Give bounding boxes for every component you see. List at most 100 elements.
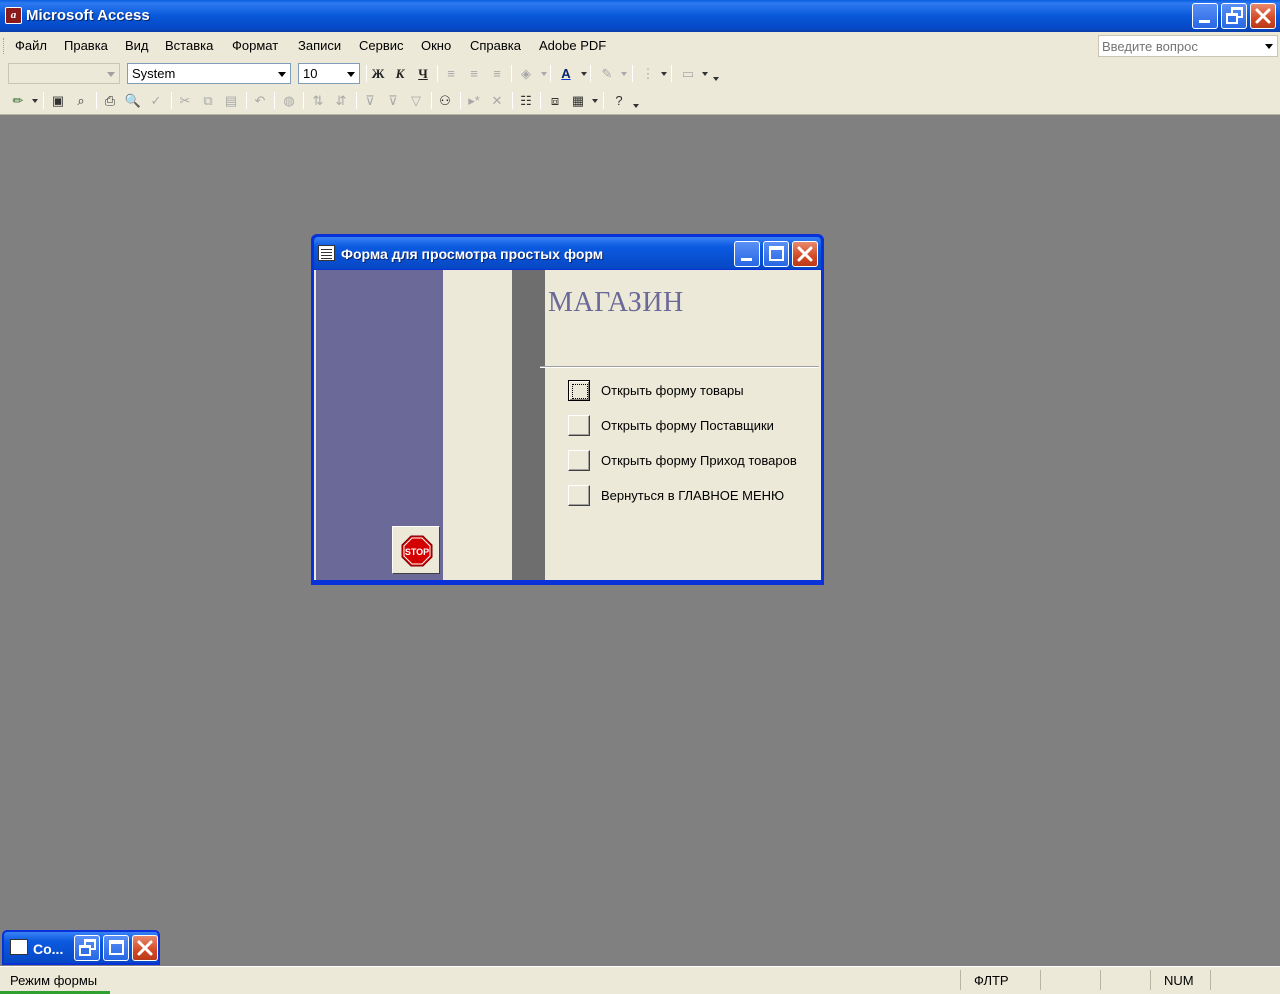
status-mode: Режим формы: [10, 973, 98, 988]
close-button[interactable]: [1250, 3, 1276, 29]
open-receipts-form-button[interactable]: [568, 450, 590, 471]
delete-record-icon[interactable]: ✕: [487, 91, 507, 110]
properties-icon[interactable]: ☷: [516, 91, 536, 110]
view-icon[interactable]: ✏: [8, 91, 28, 110]
sort-descending-icon[interactable]: ⇵: [331, 91, 351, 110]
new-object-icon[interactable]: ▦: [568, 91, 588, 110]
chevron-down-icon: [278, 72, 286, 77]
stop-button[interactable]: STOP: [392, 526, 440, 574]
menu-edit[interactable]: Правка: [64, 38, 108, 53]
close-icon: [1255, 8, 1271, 24]
line-color-icon[interactable]: ✎: [597, 64, 617, 83]
form-close-button[interactable]: [792, 241, 818, 267]
form-icon[interactable]: [318, 245, 335, 261]
minimize-button[interactable]: [1192, 3, 1218, 29]
fill-color-icon[interactable]: ◈: [516, 64, 536, 83]
menu-insert[interactable]: Вставка: [165, 38, 213, 53]
print-icon[interactable]: ⎙: [100, 91, 120, 110]
menu-bar: Файл Правка Вид Вставка Формат Записи Се…: [0, 32, 1280, 60]
open-receipts-form-label: Открыть форму Приход товаров: [601, 453, 797, 468]
underline-button[interactable]: Ч: [413, 64, 433, 83]
font-size-combo[interactable]: 10: [298, 63, 360, 84]
chevron-down-icon: [347, 72, 355, 77]
minimized-maximize-button[interactable]: [103, 935, 129, 961]
toolbar-grip[interactable]: [3, 38, 6, 54]
open-goods-form-label: Открыть форму товары: [601, 383, 744, 398]
find-icon[interactable]: ⚇: [435, 91, 455, 110]
svg-text:STOP: STOP: [405, 547, 429, 557]
bold-button[interactable]: Ж: [368, 64, 388, 83]
menu-tools[interactable]: Сервис: [359, 38, 404, 53]
help-question-box[interactable]: [1098, 35, 1278, 57]
special-effect-icon[interactable]: ▭: [678, 64, 698, 83]
open-suppliers-form-label: Открыть форму Поставщики: [601, 418, 774, 433]
form-view-toolbar: ✏ ▣ ⌕ ⎙ 🔍 ✓ ✂ ⧉ ▤ ↶ ◍ ⇅ ⇵ ⊽ ⊽ ▽ ⚇ ▸* ✕ ☷…: [0, 87, 1280, 115]
database-window-icon[interactable]: [10, 939, 28, 955]
open-goods-form-button[interactable]: [568, 380, 590, 401]
restore-button[interactable]: [1221, 3, 1247, 29]
line-width-icon[interactable]: ⋮: [638, 64, 658, 83]
menu-help[interactable]: Справка: [470, 38, 521, 53]
access-key-icon[interactable]: a: [5, 7, 22, 24]
menu-file[interactable]: Файл: [15, 38, 47, 53]
status-numlock: NUM: [1164, 973, 1194, 988]
font-combo-value: System: [132, 66, 176, 81]
align-left-icon[interactable]: ≡: [441, 64, 461, 83]
gray-stripe: [512, 270, 545, 580]
font-color-icon[interactable]: A: [556, 64, 576, 83]
maximize-icon: [769, 246, 784, 261]
cut-icon[interactable]: ✂: [175, 91, 195, 110]
status-filter: ФЛТР: [974, 973, 1009, 988]
sort-ascending-icon[interactable]: ⇅: [308, 91, 328, 110]
menu-format[interactable]: Формат: [232, 38, 278, 53]
return-main-menu-label: Вернуться в ГЛАВНОЕ МЕНЮ: [601, 488, 785, 503]
open-suppliers-form-button[interactable]: [568, 415, 590, 436]
minimized-window[interactable]: Co...: [2, 930, 160, 965]
form-minimize-button[interactable]: [734, 241, 760, 267]
form-window-title: Форма для просмотра простых форм: [341, 246, 604, 262]
return-main-menu-button[interactable]: [568, 485, 590, 506]
minimize-icon: [1199, 20, 1210, 23]
form-body: МАГАЗИН Открыть форму товары Открыть фор…: [314, 270, 821, 580]
toolbar-options-icon[interactable]: [633, 104, 639, 108]
print-preview-icon[interactable]: 🔍: [123, 91, 143, 110]
filter-by-form-icon[interactable]: ⊽: [383, 91, 403, 110]
apply-filter-icon[interactable]: ▽: [406, 91, 426, 110]
database-window-icon[interactable]: ⧈: [545, 91, 565, 110]
chevron-down-icon[interactable]: [1265, 44, 1273, 49]
toolbar-options-icon[interactable]: [713, 77, 719, 81]
new-record-icon[interactable]: ▸*: [464, 91, 484, 110]
paste-icon[interactable]: ▤: [221, 91, 241, 110]
close-icon: [137, 940, 153, 956]
menu-adobe-pdf[interactable]: Adobe PDF: [539, 38, 606, 53]
undo-icon[interactable]: ↶: [250, 91, 270, 110]
form-maximize-button[interactable]: [763, 241, 789, 267]
minimized-close-button[interactable]: [132, 935, 158, 961]
form-heading: МАГАЗИН: [548, 287, 684, 318]
filter-by-selection-icon[interactable]: ⊽: [360, 91, 380, 110]
menu-view[interactable]: Вид: [125, 38, 149, 53]
menu-records[interactable]: Записи: [298, 38, 341, 53]
file-search-icon[interactable]: ⌕: [71, 91, 91, 110]
italic-button[interactable]: К: [390, 64, 410, 83]
copy-icon[interactable]: ⧉: [198, 91, 218, 110]
spelling-icon[interactable]: ✓: [146, 91, 166, 110]
app-title-bar[interactable]: a Microsoft Access: [0, 0, 1280, 32]
chevron-down-icon: [107, 72, 115, 77]
help-icon[interactable]: ?: [609, 91, 629, 110]
form-window[interactable]: Форма для просмотра простых форм МАГАЗИН…: [311, 234, 824, 585]
object-combo[interactable]: [8, 63, 120, 84]
save-icon[interactable]: ▣: [48, 91, 68, 110]
align-right-icon[interactable]: ≡: [487, 64, 507, 83]
font-combo[interactable]: System: [127, 63, 291, 84]
help-search-input[interactable]: [1099, 36, 1259, 56]
align-center-icon[interactable]: ≡: [464, 64, 484, 83]
menu-window[interactable]: Окно: [421, 38, 451, 53]
minimized-restore-button[interactable]: [74, 935, 100, 961]
formatting-toolbar: System 10 Ж К Ч ≡ ≡ ≡ ◈ A ✎ ⋮ ▭: [0, 60, 1280, 87]
hyperlink-icon[interactable]: ◍: [279, 91, 299, 110]
form-window-title-bar[interactable]: Форма для просмотра простых форм: [314, 237, 821, 269]
status-bar: Режим формы ФЛТР NUM: [0, 966, 1280, 994]
stop-sign-icon: STOP: [401, 535, 433, 567]
close-icon: [797, 246, 813, 262]
